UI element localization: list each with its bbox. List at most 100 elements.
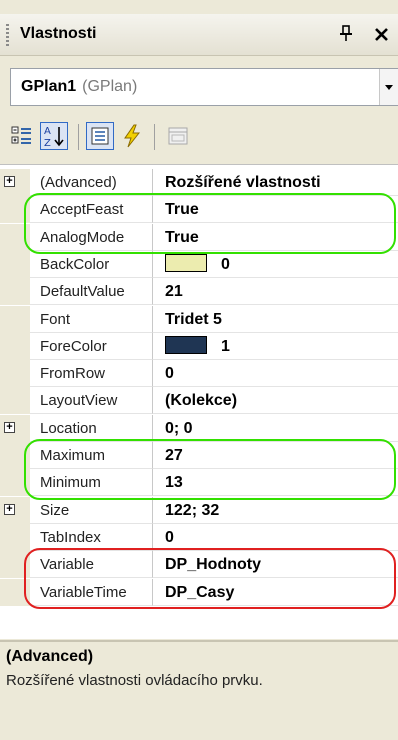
property-name: TabIndex <box>30 523 153 551</box>
row-gutter <box>0 387 30 415</box>
row-gutter <box>0 442 30 469</box>
property-value-text: DP_Hodnoty <box>165 556 261 574</box>
property-row[interactable]: AnalogMode True <box>0 223 398 251</box>
property-name: FromRow <box>30 360 153 388</box>
color-swatch <box>165 335 207 354</box>
row-gutter <box>0 551 30 579</box>
property-row[interactable]: Maximum 27 <box>0 442 398 469</box>
property-value-text: True <box>165 201 199 219</box>
property-value[interactable]: 0; 0 <box>153 415 398 442</box>
property-value-text: 0 <box>165 528 174 546</box>
property-value[interactable]: 13 <box>153 469 398 497</box>
alphabetical-icon: A Z <box>44 126 64 149</box>
property-value[interactable]: 122; 32 <box>153 497 398 524</box>
properties-view-button[interactable] <box>86 122 114 150</box>
property-name: DefaultValue <box>30 278 153 306</box>
property-name: Font <box>30 305 153 333</box>
property-pages-button[interactable] <box>164 122 192 150</box>
description-text: Rozšířené vlastnosti ovládacího prvku. <box>6 672 263 689</box>
property-value[interactable]: Rozšířené vlastnosti <box>153 169 398 196</box>
property-value[interactable]: DP_Hodnoty <box>153 551 398 579</box>
property-value[interactable]: 0 <box>153 360 398 388</box>
property-value-text: (Kolekce) <box>165 392 238 410</box>
property-row[interactable]: DefaultValue 21 <box>0 278 398 306</box>
selected-object: GPlan1 (GPlan) <box>21 78 137 96</box>
property-value[interactable]: 0 <box>153 524 398 551</box>
categorized-button[interactable] <box>8 122 36 150</box>
alphabetical-button[interactable]: A Z <box>40 122 68 150</box>
property-row[interactable]: + Size 122; 32 <box>0 496 398 524</box>
property-name: VariableTime <box>30 578 153 606</box>
property-row[interactable]: Variable DP_Hodnoty <box>0 551 398 579</box>
row-gutter <box>0 523 30 551</box>
property-row[interactable]: + Location 0; 0 <box>0 414 398 442</box>
property-name: LayoutView <box>30 387 153 415</box>
property-name: ForeColor <box>30 332 153 360</box>
expand-plus-icon[interactable]: + <box>4 421 15 433</box>
property-row[interactable]: LayoutView (Kolekce) <box>0 387 398 415</box>
property-row[interactable]: VariableTime DP_Casy <box>0 578 398 606</box>
events-button[interactable] <box>118 122 146 150</box>
property-name: AcceptFeast <box>30 196 153 224</box>
row-gutter <box>0 360 30 388</box>
property-value-text: Tridet 5 <box>165 310 222 328</box>
property-name: Variable <box>30 551 153 579</box>
property-row[interactable]: Font Tridet 5 <box>0 305 398 333</box>
row-gutter <box>0 250 30 278</box>
selected-object-type: (GPlan) <box>82 78 138 95</box>
property-value[interactable]: Tridet 5 <box>153 306 398 333</box>
property-value[interactable]: 1 <box>153 333 398 360</box>
close-icon-glyph <box>375 28 388 41</box>
property-name: Location <box>30 414 153 442</box>
close-icon[interactable] <box>372 22 392 46</box>
selected-object-name: GPlan1 <box>21 78 77 95</box>
property-value-text: 0 <box>165 365 174 383</box>
dropdown-arrow-icon[interactable] <box>379 69 398 105</box>
property-value[interactable]: DP_Casy <box>153 579 398 606</box>
expand-plus-icon[interactable]: + <box>4 503 15 515</box>
property-name: Minimum <box>30 469 153 497</box>
property-value-text: 21 <box>165 283 183 301</box>
property-row[interactable]: BackColor 0 <box>0 250 398 278</box>
property-value[interactable]: 27 <box>153 442 398 469</box>
property-value[interactable]: (Kolekce) <box>153 387 398 415</box>
properties-toolbar: A Z <box>0 114 398 158</box>
panel-title-bar[interactable]: Vlastnosti <box>0 14 398 56</box>
property-value[interactable]: 21 <box>153 278 398 306</box>
property-value-text: 0 <box>221 255 230 273</box>
property-grid: + (Advanced) Rozšířené vlastnosti AcceptFea… <box>0 164 398 639</box>
property-row[interactable]: ForeColor 1 <box>0 332 398 360</box>
property-value-text: 13 <box>165 474 183 492</box>
expand-plus-icon[interactable]: + <box>4 176 15 187</box>
property-value[interactable]: True <box>153 224 398 251</box>
properties-panel: Vlastnosti GPlan1 (GPlan) A Z + (Advance… <box>0 0 398 740</box>
property-value-text: True <box>165 228 199 246</box>
property-value-text: 122; 32 <box>165 501 220 519</box>
property-name: AnalogMode <box>30 223 153 251</box>
properties-icon <box>91 127 109 145</box>
property-row[interactable]: Minimum 13 <box>0 469 398 497</box>
property-name: Maximum <box>30 442 153 469</box>
property-value-text: 27 <box>165 447 183 464</box>
row-gutter <box>0 469 30 497</box>
row-gutter <box>0 196 30 224</box>
pin-icon[interactable] <box>338 24 354 44</box>
row-gutter <box>0 578 30 606</box>
property-row[interactable]: + (Advanced) Rozšířené vlastnosti <box>0 169 398 196</box>
description-pane: (Advanced) Rozšířené vlastnosti ovládací… <box>0 640 398 740</box>
property-row[interactable]: TabIndex 0 <box>0 523 398 551</box>
row-gutter <box>0 332 30 360</box>
drag-grip-icon[interactable] <box>6 24 9 46</box>
property-row[interactable]: AcceptFeast True <box>0 196 398 224</box>
property-row[interactable]: FromRow 0 <box>0 360 398 388</box>
object-selector-dropdown[interactable]: GPlan1 (GPlan) <box>10 68 398 106</box>
row-gutter <box>0 278 30 306</box>
toolbar-separator <box>78 124 79 150</box>
property-value[interactable]: 0 <box>153 251 398 278</box>
property-value[interactable]: True <box>153 196 398 224</box>
row-gutter <box>0 223 30 251</box>
categorized-icon <box>11 126 31 144</box>
events-icon <box>124 124 141 148</box>
pin-icon-glyph <box>340 25 352 41</box>
color-swatch <box>165 253 207 272</box>
